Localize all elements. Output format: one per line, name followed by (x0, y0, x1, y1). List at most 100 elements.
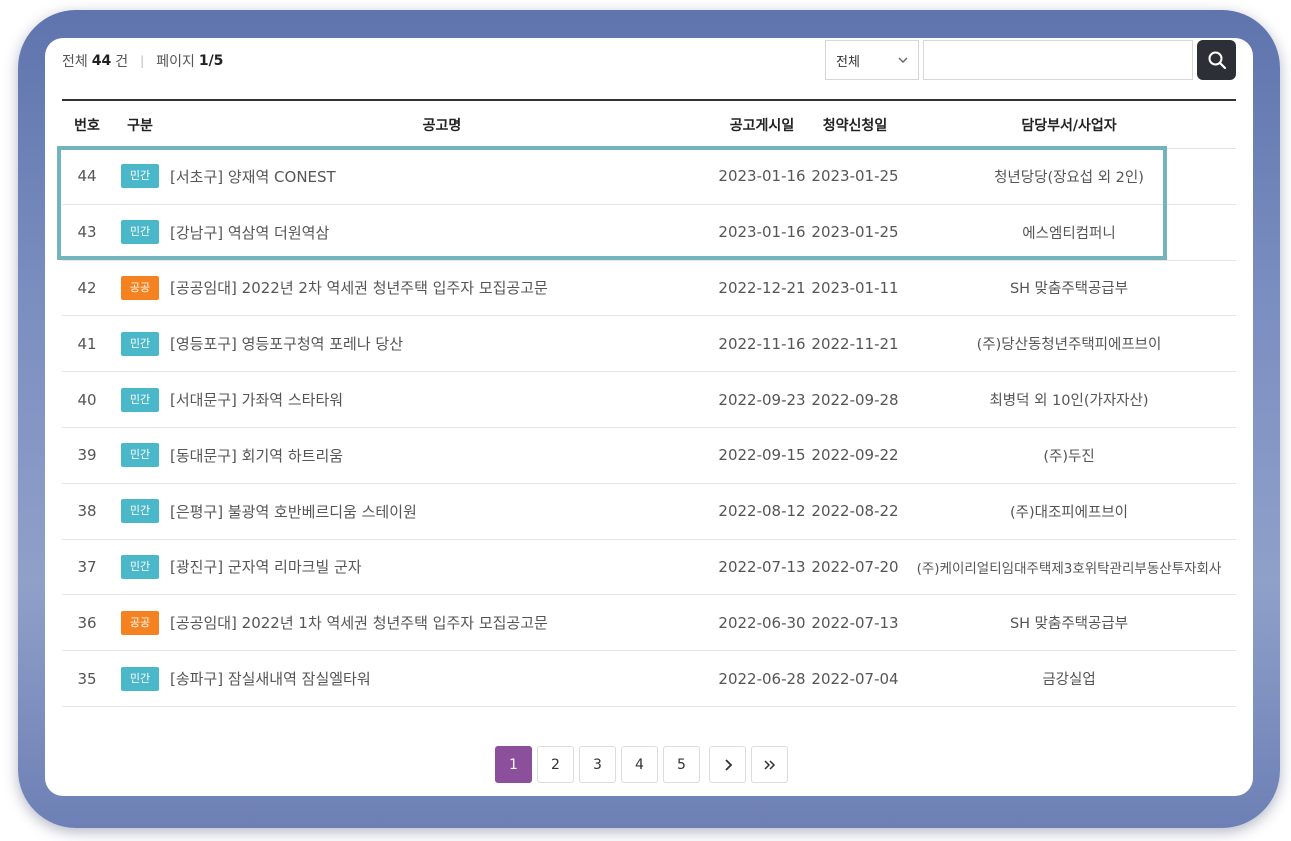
row-type-cell: 민간 (118, 149, 162, 204)
row-title-link[interactable]: [공공임대] 2022년 2차 역세권 청년주택 입주자 모집공고문 (170, 261, 714, 316)
row-type-cell: 민간 (118, 540, 162, 595)
row-title-link[interactable]: [강남구] 역삼역 더원역삼 (170, 205, 714, 260)
table-row[interactable]: 44 민간 [서초구] 양재역 CONEST 2023-01-16 2023-0… (62, 149, 1236, 205)
page-value: 1/5 (198, 53, 224, 69)
row-no: 43 (77, 223, 97, 242)
row-apply-date: 2023-01-25 (811, 167, 899, 186)
row-dept: (주)두진 (1043, 448, 1095, 465)
row-apply-date: 2022-08-22 (811, 502, 899, 521)
table-body: 44 민간 [서초구] 양재역 CONEST 2023-01-16 2023-0… (62, 149, 1236, 707)
chevron-right-icon (724, 758, 732, 771)
row-title-link[interactable]: [은평구] 불광역 호반베르디움 스테이원 (170, 484, 714, 539)
page-button-1[interactable]: 1 (495, 746, 532, 783)
row-type-cell: 민간 (118, 484, 162, 539)
summary-divider: | (140, 54, 145, 68)
page-button-4[interactable]: 4 (621, 746, 658, 783)
row-dept: 에스엠티컴퍼니 (1022, 225, 1116, 242)
table-row[interactable]: 43 민간 [강남구] 역삼역 더원역삼 2023-01-16 2023-01-… (62, 205, 1236, 261)
double-chevron-right-icon (763, 759, 775, 770)
row-no: 37 (77, 557, 97, 576)
table-row[interactable]: 41 민간 [영등포구] 영등포구청역 포레나 당산 2022-11-16 20… (62, 316, 1236, 373)
search-icon (1208, 51, 1226, 70)
row-no: 41 (77, 334, 97, 353)
row-post-date: 2022-09-23 (718, 390, 806, 409)
table-row[interactable]: 36 공공 [공공임대] 2022년 1차 역세권 청년주택 입주자 모집공고문… (62, 595, 1236, 652)
header-post-date: 공고게시일 (729, 117, 795, 134)
header-title: 공고명 (422, 117, 462, 134)
last-page-button[interactable] (751, 746, 788, 783)
row-dept: SH 맞춤주택공급부 (1009, 616, 1129, 633)
table-row[interactable]: 42 공공 [공공임대] 2022년 2차 역세권 청년주택 입주자 모집공고문… (62, 261, 1236, 317)
row-type-cell: 민간 (118, 651, 162, 706)
row-apply-date: 2022-09-22 (811, 446, 899, 465)
row-post-date: 2022-06-28 (718, 669, 806, 688)
row-apply-date: 2023-01-11 (811, 278, 899, 297)
next-page-button[interactable] (709, 746, 746, 783)
page-label: 페이지 (156, 54, 195, 70)
row-type-cell: 공공 (118, 595, 162, 650)
type-badge: 민간 (121, 387, 159, 412)
page-button-5[interactable]: 5 (663, 746, 700, 783)
type-badge: 공공 (121, 275, 159, 300)
row-post-date: 2023-01-16 (718, 167, 806, 186)
row-no: 44 (77, 167, 97, 186)
type-badge: 민간 (121, 554, 159, 579)
type-badge: 민간 (121, 499, 159, 524)
type-badge: 민간 (121, 164, 159, 189)
search-filter-select[interactable]: 전체 (825, 40, 919, 80)
row-dept: SH 맞춤주택공급부 (1009, 281, 1129, 298)
row-post-date: 2022-09-15 (718, 446, 806, 465)
row-title-link[interactable]: [서초구] 양재역 CONEST (170, 149, 714, 204)
row-title-link[interactable]: [영등포구] 영등포구청역 포레나 당산 (170, 316, 714, 371)
row-apply-date: 2022-07-13 (811, 613, 899, 632)
chevron-down-icon (898, 57, 908, 63)
row-post-date: 2022-07-13 (718, 557, 806, 576)
row-post-date: 2023-01-16 (718, 223, 806, 242)
row-apply-date: 2022-07-04 (811, 669, 899, 688)
total-unit: 건 (115, 54, 129, 70)
row-dept: (주)당산동청년주택피에프브이 (976, 337, 1162, 354)
row-title-link[interactable]: [공공임대] 2022년 1차 역세권 청년주택 입주자 모집공고문 (170, 595, 714, 650)
page-button-2[interactable]: 2 (537, 746, 574, 783)
total-label: 전체 (62, 54, 88, 70)
row-dept: (주)케이리얼티임대주택제3호위탁관리부동산투자회사 (916, 560, 1222, 577)
header-type: 구분 (127, 117, 153, 134)
table-row[interactable]: 38 민간 [은평구] 불광역 호반베르디움 스테이원 2022-08-12 2… (62, 484, 1236, 540)
type-badge: 민간 (121, 220, 159, 245)
row-apply-date: 2022-11-21 (811, 334, 899, 353)
result-summary: 전체 44 건 | 페이지 1/5 (62, 51, 227, 71)
type-badge: 민간 (121, 331, 159, 356)
table-row[interactable]: 40 민간 [서대문구] 가좌역 스타타워 2022-09-23 2022-09… (62, 372, 1236, 428)
row-dept: 청년당당(장요섭 외 2인) (994, 169, 1144, 186)
type-badge: 민간 (121, 443, 159, 468)
type-badge: 공공 (121, 610, 159, 635)
row-post-date: 2022-12-21 (718, 278, 806, 297)
row-no: 36 (77, 613, 97, 632)
row-type-cell: 민간 (118, 372, 162, 427)
search-button[interactable] (1197, 40, 1236, 80)
row-title-link[interactable]: [서대문구] 가좌역 스타타워 (170, 372, 714, 427)
row-title-link[interactable]: [광진구] 군자역 리마크빌 군자 (170, 540, 714, 595)
page-button-3[interactable]: 3 (579, 746, 616, 783)
table-row[interactable]: 35 민간 [송파구] 잠실새내역 잠실엘타워 2022-06-28 2022-… (62, 651, 1236, 707)
row-type-cell: 민간 (118, 316, 162, 371)
row-title-link[interactable]: [동대문구] 회기역 하트리움 (170, 428, 714, 483)
row-type-cell: 민간 (118, 428, 162, 483)
header-apply-date: 청약신청일 (822, 117, 888, 134)
search-filter-value: 전체 (836, 54, 860, 70)
row-no: 39 (77, 446, 97, 465)
table-header: 번호 구분 공고명 공고게시일 청약신청일 담당부서/사업자 (62, 99, 1236, 149)
listing-panel: 전체 44 건 | 페이지 1/5 전체 번호 구분 공고명 공고게시일 청약신… (45, 38, 1253, 796)
row-no: 40 (77, 390, 97, 409)
row-type-cell: 민간 (118, 205, 162, 260)
table-row[interactable]: 37 민간 [광진구] 군자역 리마크빌 군자 2022-07-13 2022-… (62, 540, 1236, 596)
search-input[interactable] (923, 40, 1193, 80)
row-type-cell: 공공 (118, 261, 162, 316)
row-title-link[interactable]: [송파구] 잠실새내역 잠실엘타워 (170, 651, 714, 706)
row-dept: (주)대조피에프브이 (1009, 504, 1129, 521)
table-row[interactable]: 39 민간 [동대문구] 회기역 하트리움 2022-09-15 2022-09… (62, 428, 1236, 484)
row-post-date: 2022-08-12 (718, 502, 806, 521)
row-dept: 금강실업 (1042, 672, 1096, 689)
row-no: 42 (77, 278, 97, 297)
row-dept: 최병덕 외 10인(가자자산) (989, 393, 1149, 410)
